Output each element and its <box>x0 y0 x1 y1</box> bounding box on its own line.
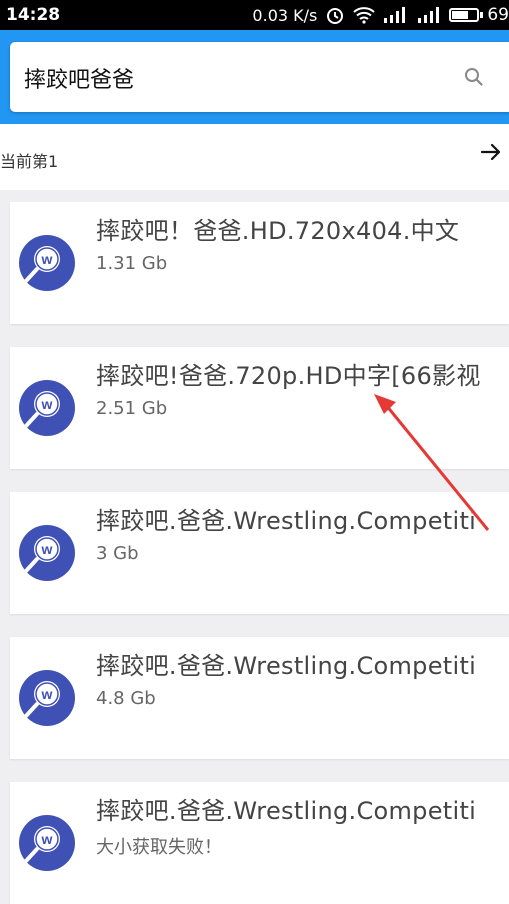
list-item[interactable]: w 摔跤吧.爸爸.Wrestling.Competiti 大小获取失败！ <box>10 782 509 904</box>
page-indicator: 当前第1 <box>0 152 59 171</box>
list-item[interactable]: w 摔跤吧.爸爸.Wrestling.Competiti 3 Gb <box>10 492 509 614</box>
signal-icon <box>383 6 409 24</box>
item-size: 1.31 Gb <box>96 253 168 274</box>
logo-w-icon: w <box>18 379 76 437</box>
net-speed: 0.03 K/s <box>252 5 318 25</box>
item-size: 3 Gb <box>96 543 139 564</box>
status-time: 14:28 <box>6 5 61 25</box>
logo-w-icon: w <box>18 524 76 582</box>
status-bar: 14:28 0.03 K/s 69 <box>0 0 509 30</box>
item-size: 大小获取失败！ <box>96 837 222 858</box>
item-title: 摔跤吧.爸爸.Wrestling.Competiti <box>96 797 477 825</box>
search-icon[interactable] <box>463 66 485 92</box>
signal-4g-icon <box>417 6 441 24</box>
list-item[interactable]: w 摔跤吧!爸爸.720p.HD中字[66影视 2.51 Gb <box>10 347 509 469</box>
item-title: 摔跤吧.爸爸.Wrestling.Competiti <box>96 652 477 680</box>
search-box[interactable]: 摔跤吧爸爸 <box>10 42 509 112</box>
logo-w-icon: w <box>18 234 76 292</box>
item-title: 摔跤吧!爸爸.720p.HD中字[66影视 <box>96 362 481 390</box>
alarm-icon <box>325 5 345 25</box>
list-item[interactable]: w 摔跤吧！爸爸.HD.720x404.中文 1.31 Gb <box>10 202 509 324</box>
wifi-icon <box>353 6 376 24</box>
item-size: 4.8 Gb <box>96 688 156 709</box>
battery-level: 69 <box>487 5 509 25</box>
list-item[interactable]: w 摔跤吧.爸爸.Wrestling.Competiti 4.8 Gb <box>10 637 509 759</box>
search-header: 摔跤吧爸爸 <box>0 30 509 124</box>
logo-w-icon: w <box>18 669 76 727</box>
item-title: 摔跤吧！爸爸.HD.720x404.中文 <box>96 217 460 245</box>
item-size: 2.51 Gb <box>96 398 168 419</box>
svg-text:w: w <box>41 686 53 702</box>
svg-text:w: w <box>41 251 53 267</box>
svg-text:w: w <box>41 541 53 557</box>
pagination-bar: 当前第1 <box>0 124 509 190</box>
battery-icon: 69 <box>449 5 509 25</box>
item-title: 摔跤吧.爸爸.Wrestling.Competiti <box>96 507 477 535</box>
search-input[interactable]: 摔跤吧爸爸 <box>24 62 134 94</box>
svg-text:w: w <box>41 396 53 412</box>
arrow-right-icon[interactable] <box>479 140 503 168</box>
logo-w-icon: w <box>18 814 76 872</box>
svg-text:w: w <box>41 831 53 847</box>
